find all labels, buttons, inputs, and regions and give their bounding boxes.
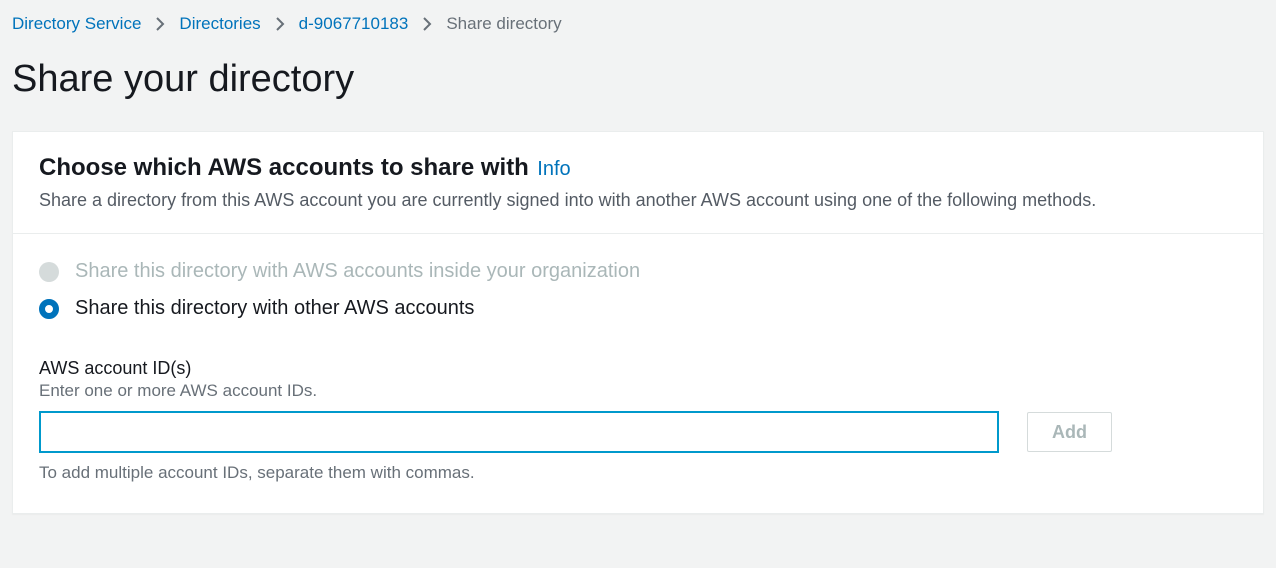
breadcrumb: Directory Service Directories d-90677101…: [0, 0, 1276, 44]
breadcrumb-directories[interactable]: Directories: [179, 14, 260, 34]
chevron-right-icon: [275, 17, 285, 31]
field-hint: Enter one or more AWS account IDs.: [39, 381, 1237, 401]
radio-icon: [39, 299, 59, 319]
radio-icon: [39, 262, 59, 282]
account-id-field: AWS account ID(s) Enter one or more AWS …: [39, 358, 1237, 483]
panel-subtitle: Share a directory from this AWS account …: [39, 190, 1237, 211]
page-title: Share your directory: [0, 44, 1276, 131]
radio-share-inside-org: Share this directory with AWS accounts i…: [39, 260, 1237, 283]
add-button[interactable]: Add: [1027, 412, 1112, 452]
radio-share-other-accounts[interactable]: Share this directory with other AWS acco…: [39, 297, 1237, 320]
radio-label: Share this directory with other AWS acco…: [75, 297, 474, 320]
share-method-radio-group: Share this directory with AWS accounts i…: [39, 260, 1237, 320]
panel-heading: Choose which AWS accounts to share with: [39, 154, 529, 181]
radio-label: Share this directory with AWS accounts i…: [75, 260, 640, 283]
panel-header: Choose which AWS accounts to share with …: [13, 132, 1263, 234]
field-helper: To add multiple account IDs, separate th…: [39, 463, 1237, 483]
field-label: AWS account ID(s): [39, 358, 1237, 379]
panel-body: Share this directory with AWS accounts i…: [13, 234, 1263, 513]
breadcrumb-current: Share directory: [446, 14, 561, 34]
share-panel: Choose which AWS accounts to share with …: [12, 131, 1264, 514]
chevron-right-icon: [422, 17, 432, 31]
breadcrumb-directory-service[interactable]: Directory Service: [12, 14, 141, 34]
breadcrumb-directory-id[interactable]: d-9067710183: [299, 14, 409, 34]
chevron-right-icon: [155, 17, 165, 31]
account-id-input[interactable]: [39, 411, 999, 453]
info-link[interactable]: Info: [537, 158, 570, 180]
